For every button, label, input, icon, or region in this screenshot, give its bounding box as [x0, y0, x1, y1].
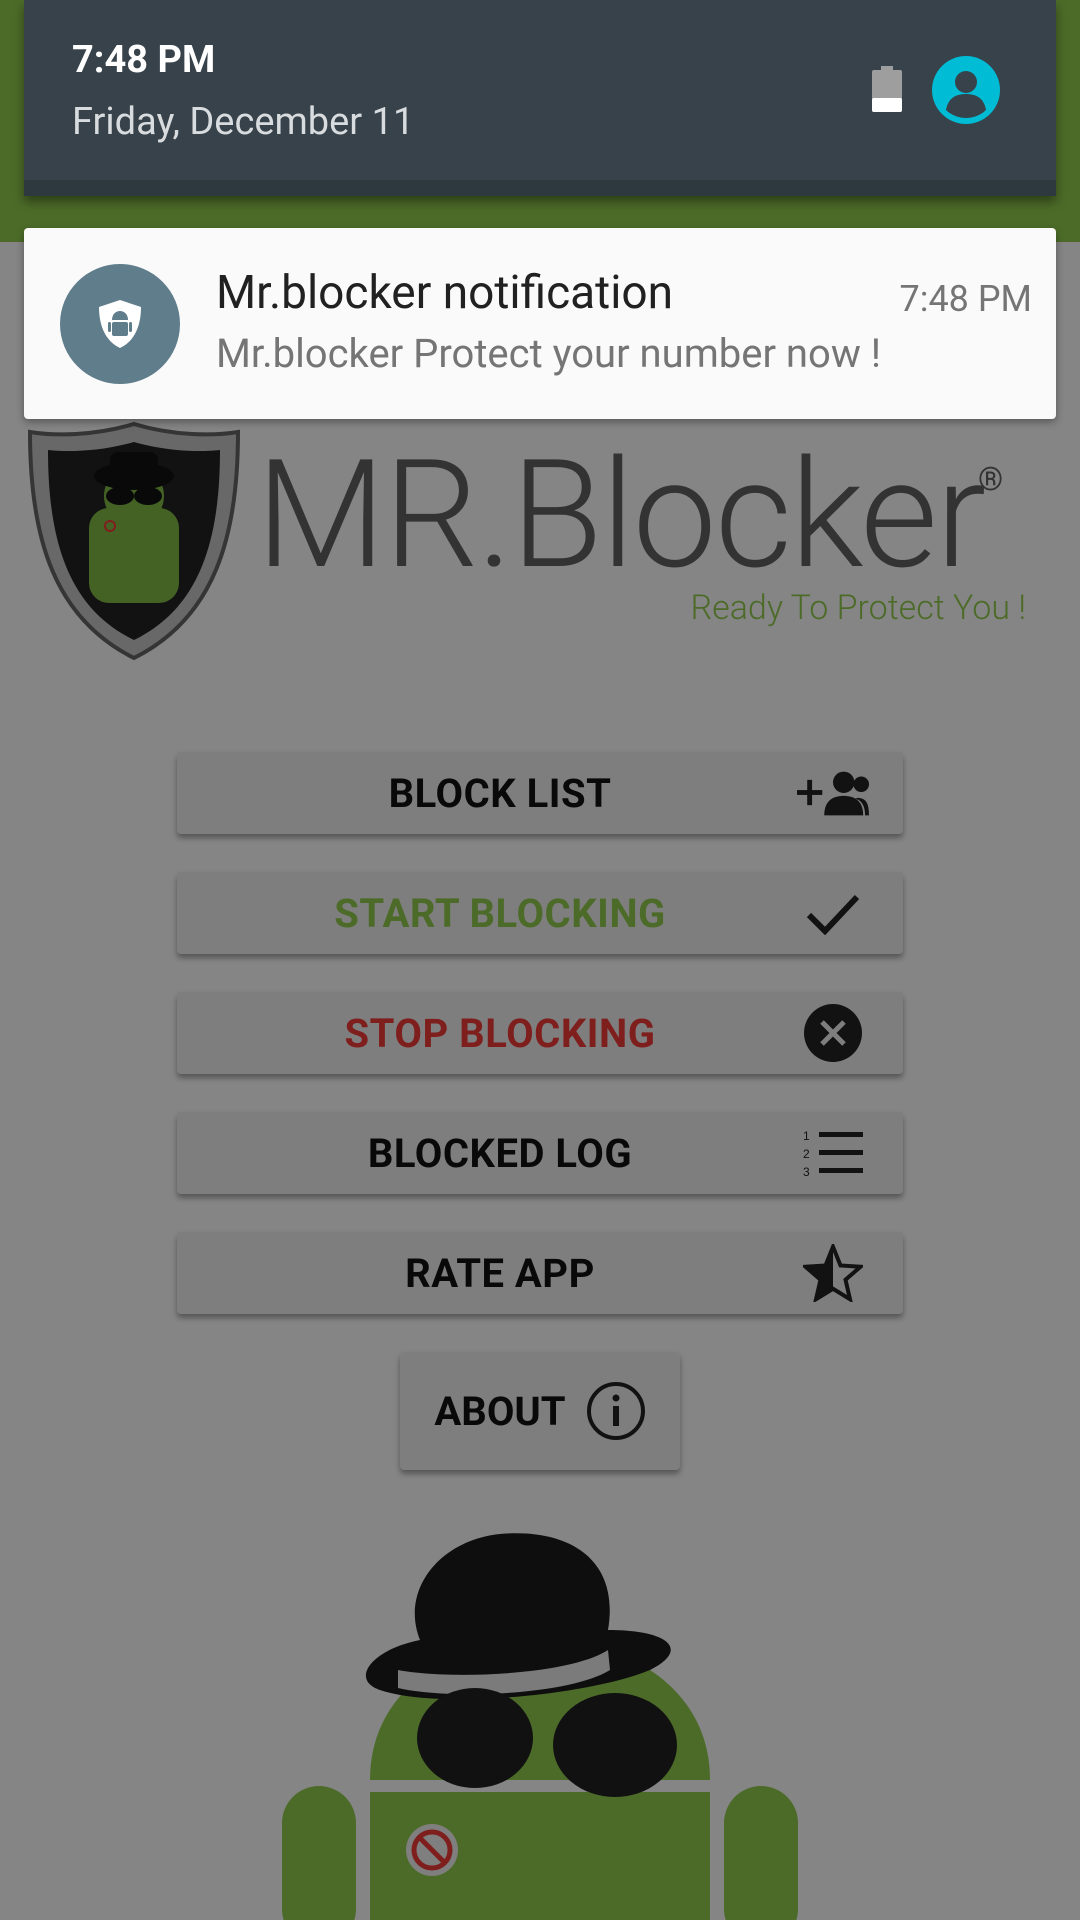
block-list-label: BLOCK LIST: [388, 769, 612, 817]
rate-app-button[interactable]: RATE APP: [177, 1232, 903, 1314]
start-blocking-button[interactable]: START BLOCKING: [177, 872, 903, 954]
blocked-log-label: BLOCKED LOG: [367, 1129, 633, 1177]
android-mascot-icon: [282, 1533, 798, 1920]
close-circle-icon: [797, 1001, 869, 1065]
battery-icon: [872, 66, 902, 112]
shield-logo-icon: [27, 421, 241, 661]
registered-mark: ®: [978, 460, 1004, 498]
numbered-list-icon: 1 2 3: [797, 1121, 869, 1185]
star-half-icon: [797, 1241, 869, 1305]
checkmark-icon: [797, 881, 869, 945]
stop-blocking-button[interactable]: STOP BLOCKING: [177, 992, 903, 1074]
stop-blocking-label: STOP BLOCKING: [344, 1009, 656, 1057]
app-tagline: Ready To Protect You !: [690, 588, 1026, 628]
svg-text:2: 2: [803, 1147, 810, 1161]
blocked-log-button[interactable]: BLOCKED LOG 1 2 3: [177, 1112, 903, 1194]
shade-handle: [24, 180, 1056, 196]
start-blocking-label: START BLOCKING: [334, 889, 666, 937]
mr-blocker-notification[interactable]: Mr.blocker notification 7:48 PM Mr.block…: [24, 228, 1056, 419]
about-button[interactable]: ABOUT: [400, 1352, 680, 1470]
rate-app-label: RATE APP: [405, 1249, 595, 1297]
notification-shade-header[interactable]: 7:48 PM Friday, December 11: [24, 0, 1056, 196]
notification-title: Mr.blocker notification: [216, 266, 674, 320]
notification-time: 7:48 PM: [899, 278, 1033, 320]
notification-text: Mr.blocker Protect your number now !: [216, 330, 882, 377]
shield-android-icon: [99, 300, 141, 348]
shade-clock: 7:48 PM: [72, 38, 216, 82]
shade-date: Friday, December 11: [72, 100, 415, 144]
info-icon: [586, 1382, 645, 1440]
add-group-icon: [797, 761, 869, 825]
about-label: ABOUT: [434, 1387, 566, 1435]
app-logo-title: MR.Blocker: [256, 427, 986, 603]
user-avatar-icon[interactable]: [932, 56, 1000, 124]
notification-app-icon: [60, 264, 180, 384]
block-list-button[interactable]: BLOCK LIST: [177, 752, 903, 834]
svg-text:3: 3: [803, 1165, 810, 1178]
svg-text:1: 1: [803, 1129, 810, 1143]
